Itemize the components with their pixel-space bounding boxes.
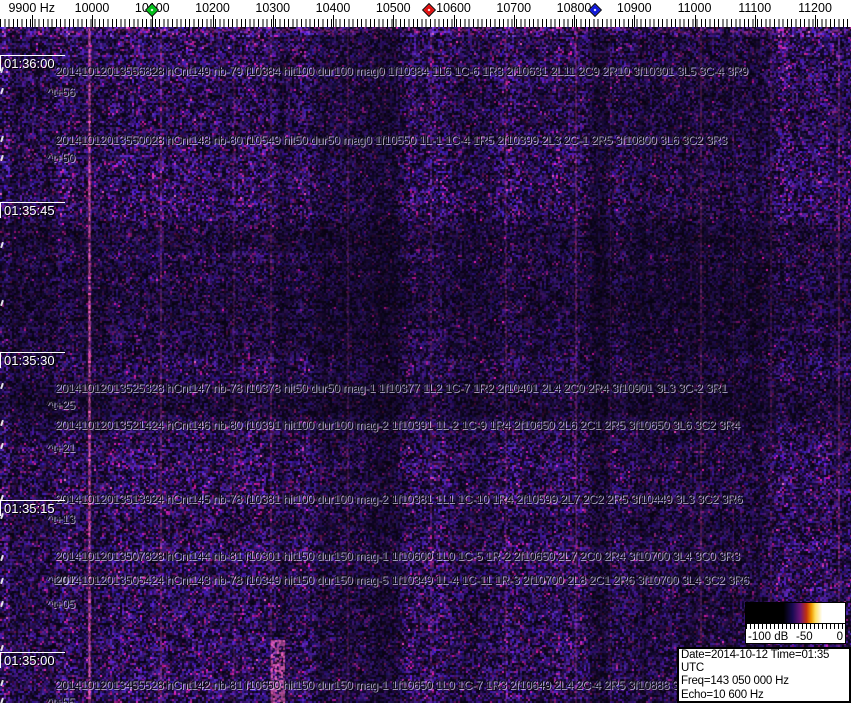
time-offset-marker: ^t+56 bbox=[47, 85, 75, 99]
frequency-label: 10600 bbox=[436, 1, 471, 15]
spectrogram-display bbox=[0, 27, 851, 703]
frequency-label: 11200 bbox=[798, 1, 832, 15]
time-offset-marker: ^t+05 bbox=[47, 597, 75, 611]
detection-log-row: 20141012013556828 hCnt149 nb-79 f10384 h… bbox=[55, 64, 748, 78]
intensity-color-scale: -100 dB -50 0 bbox=[745, 602, 846, 644]
frequency-major-tick bbox=[152, 15, 154, 27]
color-scale-ticks bbox=[746, 624, 845, 629]
frequency-major-tick bbox=[634, 15, 636, 27]
frequency-major-tick bbox=[393, 15, 395, 27]
scale-label-max: 0 bbox=[836, 631, 843, 643]
frequency-axis: 9900 Hz100001010010200103001040010500106… bbox=[0, 0, 851, 27]
frequency-major-tick bbox=[212, 15, 214, 27]
time-offset-marker: ^t+21 bbox=[47, 441, 75, 455]
frequency-label: 11000 bbox=[677, 1, 712, 15]
time-offset-marker: ^t+25 bbox=[47, 398, 75, 412]
frequency-major-tick bbox=[574, 15, 575, 27]
time-label: 01:35:45 bbox=[0, 203, 55, 218]
frequency-minor-ticks bbox=[0, 19, 851, 27]
detection-log-row: 20141012013455528 hCnt142 nb-81 f10650 h… bbox=[55, 678, 716, 692]
frequency-label: 11100 bbox=[738, 1, 772, 15]
detection-log-row: 20141012013507828 hCnt144 nb-81 f10301 h… bbox=[55, 549, 740, 563]
time-offset-marker: ^t+50 bbox=[47, 151, 75, 165]
frequency-label: 10300 bbox=[255, 1, 291, 15]
color-scale-ruler: -100 dB -50 0 bbox=[745, 624, 846, 644]
scale-label-min: -100 dB bbox=[748, 631, 789, 643]
info-echo: Echo=10 600 Hz bbox=[681, 688, 764, 701]
frequency-major-tick bbox=[31, 15, 33, 27]
info-date-time: Date=2014-10-12 Time=01:35 UTC bbox=[681, 649, 830, 675]
frequency-major-tick bbox=[754, 15, 756, 27]
frequency-major-tick bbox=[272, 15, 274, 27]
frequency-label: 10000 bbox=[74, 1, 110, 15]
detection-log-row: 20141012013505424 hCnt143 nb-78 f10349 h… bbox=[55, 573, 749, 587]
frequency-major-tick bbox=[513, 15, 515, 27]
detection-log-row: 20141012013550028 hCnt148 nb-80 f10549 h… bbox=[55, 133, 727, 147]
frequency-major-tick bbox=[92, 15, 93, 27]
frequency-major-tick bbox=[694, 15, 696, 27]
frequency-label: 10200 bbox=[195, 1, 230, 15]
frequency-label: 10800 bbox=[556, 1, 592, 15]
detection-log-row: 20141012013521424 hCnt146 nb-80 f10391 h… bbox=[55, 418, 740, 432]
status-info-box: Date=2014-10-12 Time=01:35 UTC Freq=143 … bbox=[677, 647, 851, 703]
frequency-label: 10400 bbox=[315, 1, 351, 15]
frequency-label: 10500 bbox=[375, 1, 411, 15]
frequency-label: 10900 bbox=[616, 1, 652, 15]
time-label: 01:35:00 bbox=[0, 653, 55, 668]
color-gradient-bar bbox=[745, 602, 846, 624]
frequency-label: 10700 bbox=[496, 1, 532, 15]
time-offset-marker: ^t+55 bbox=[47, 695, 75, 703]
scale-label-mid: -50 bbox=[796, 631, 813, 643]
spectrogram-window: 9900 Hz100001010010200103001040010500106… bbox=[0, 0, 851, 703]
detection-log-row: 20141012013525328 hCnt147 nb-78 f10378 h… bbox=[55, 381, 727, 395]
detection-log-row: 20141012013513924 hCnt145 nb-78 f10381 h… bbox=[55, 492, 743, 506]
frequency-label: 9900 Hz bbox=[8, 1, 56, 15]
frequency-major-tick bbox=[453, 15, 455, 27]
info-frequency: Freq=143 050 000 Hz bbox=[681, 675, 789, 688]
time-label: 01:36:00 bbox=[0, 56, 55, 71]
marker-red-diamond-icon[interactable] bbox=[423, 4, 436, 16]
time-label: 01:35:30 bbox=[0, 353, 55, 368]
frequency-major-tick bbox=[333, 15, 334, 27]
frequency-major-tick bbox=[815, 15, 816, 27]
time-label: 01:35:15 bbox=[0, 501, 55, 516]
